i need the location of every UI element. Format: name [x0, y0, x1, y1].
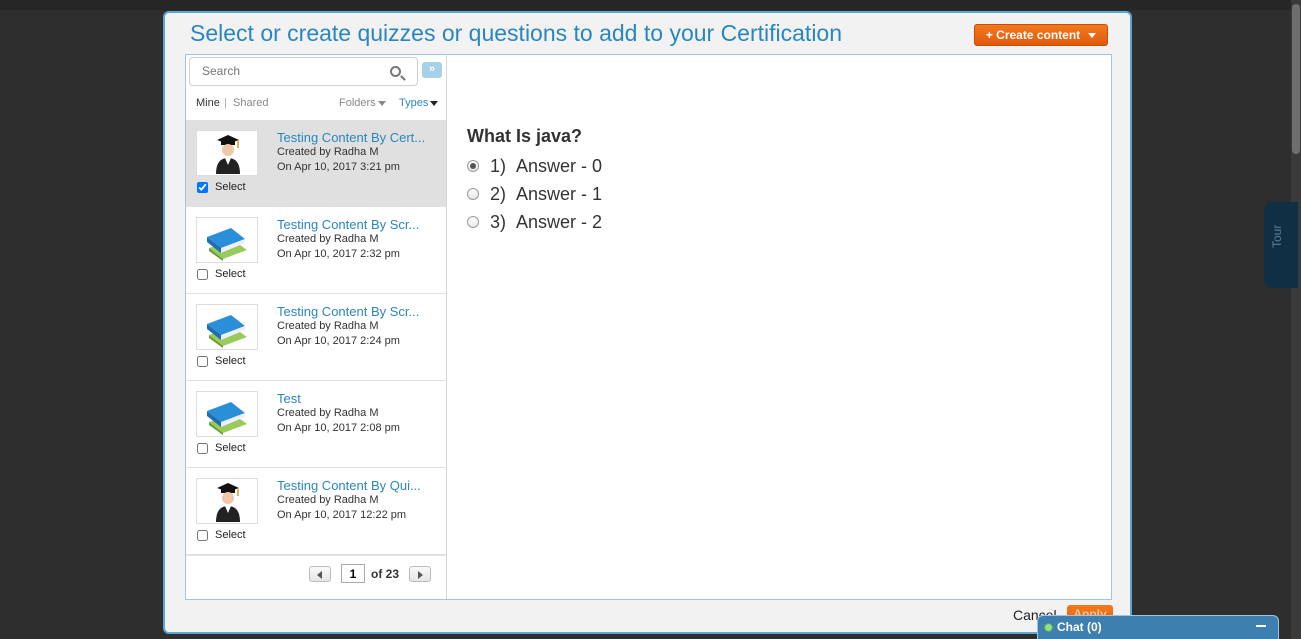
folders-label: Folders [339, 97, 376, 109]
search-icon[interactable] [390, 66, 401, 77]
answer-option[interactable]: 1) Answer - 0 [467, 155, 602, 177]
page-count: of 23 [371, 567, 400, 581]
item-date: On Apr 10, 2017 2:08 pm [277, 422, 400, 434]
item-author: Created by Radha M [277, 494, 379, 506]
create-content-button[interactable]: + Create content [974, 24, 1108, 46]
item-author: Created by Radha M [277, 320, 379, 332]
question-title: What Is java? [467, 126, 583, 146]
caret-down-icon [430, 100, 439, 106]
pagination: of 23 [186, 555, 446, 599]
answer-number: 3) [490, 211, 507, 232]
answer-text: Answer - 1 [516, 183, 603, 204]
item-author: Created by Radha M [277, 146, 379, 158]
select-checkbox-label[interactable]: Select [197, 529, 246, 541]
item-date: On Apr 10, 2017 2:32 pm [277, 248, 400, 260]
item-author: Created by Radha M [277, 233, 379, 245]
answer-radio[interactable] [467, 216, 479, 228]
books-icon [196, 304, 258, 350]
search-input[interactable] [202, 64, 382, 78]
select-checkbox[interactable] [197, 442, 208, 454]
create-content-label: + Create content [985, 28, 1081, 42]
content-list: Testing Content By Cert... Created by Ra… [186, 120, 446, 555]
filter-mine[interactable]: Mine [196, 97, 220, 109]
select-checkbox-label[interactable]: Select [197, 268, 246, 280]
select-label: Select [215, 181, 246, 193]
item-date: On Apr 10, 2017 12:22 pm [277, 509, 407, 521]
page-number-input[interactable] [341, 564, 365, 583]
select-checkbox[interactable] [197, 529, 208, 541]
tour-tab[interactable]: Tour [1264, 202, 1298, 288]
answer-text: Answer - 2 [516, 211, 603, 232]
select-checkbox[interactable] [197, 268, 208, 280]
select-checkbox-label[interactable]: Select [197, 181, 246, 193]
scrollbar-thumb[interactable] [1292, 4, 1300, 154]
caret-down-icon [377, 100, 386, 106]
next-page-button[interactable] [409, 566, 431, 582]
content-picker-modal: Select or create quizzes or questions to… [163, 11, 1132, 634]
types-dropdown[interactable]: Types [399, 97, 439, 109]
item-title[interactable]: Testing Content By Cert... [277, 130, 432, 145]
filter-shared[interactable]: Shared [233, 97, 268, 109]
select-checkbox-label[interactable]: Select [197, 442, 246, 454]
minimize-icon[interactable] [1256, 625, 1266, 627]
graduate-icon [196, 478, 258, 524]
backdrop-header [0, 0, 1301, 10]
prev-page-button[interactable] [309, 566, 331, 582]
content-list-panel: » Mine | Shared Folders Types Testing Co… [186, 55, 447, 599]
select-checkbox[interactable] [197, 181, 208, 193]
select-label: Select [215, 529, 246, 541]
types-label: Types [399, 97, 429, 109]
select-label: Select [215, 442, 246, 454]
books-icon [196, 391, 258, 437]
folders-dropdown[interactable]: Folders [339, 97, 386, 109]
list-item[interactable]: Test Created by Radha M On Apr 10, 2017 … [186, 381, 446, 468]
answer-option[interactable]: 2) Answer - 1 [467, 183, 602, 205]
select-label: Select [215, 355, 246, 367]
filter-separator: | [224, 97, 227, 109]
chevron-down-icon [1088, 33, 1097, 39]
item-author: Created by Radha M [277, 407, 379, 419]
search-box[interactable] [189, 57, 418, 86]
item-title[interactable]: Testing Content By Scr... [277, 217, 432, 232]
select-checkbox[interactable] [197, 355, 208, 367]
expand-panel-button[interactable]: » [422, 62, 442, 78]
answer-number: 1) [490, 155, 507, 176]
chat-label: Chat (0) [1057, 620, 1102, 634]
list-item[interactable]: Testing Content By Scr... Created by Rad… [186, 294, 446, 381]
answer-radio[interactable] [467, 188, 479, 200]
item-date: On Apr 10, 2017 3:21 pm [277, 161, 400, 173]
modal-title: Select or create quizzes or questions to… [190, 20, 843, 46]
graduate-icon [196, 130, 258, 176]
tour-label: Tour [1270, 224, 1284, 248]
answer-text: Answer - 0 [516, 155, 603, 176]
content-frame: » Mine | Shared Folders Types Testing Co… [185, 54, 1112, 600]
page-scrollbar[interactable] [1291, 0, 1301, 639]
question-preview: What Is java? 1) Answer - 0 2) Answer - … [447, 55, 1111, 599]
item-date: On Apr 10, 2017 2:24 pm [277, 335, 400, 347]
item-title[interactable]: Test [277, 391, 432, 406]
answer-option[interactable]: 3) Answer - 2 [467, 211, 602, 233]
answer-radio[interactable] [467, 160, 479, 172]
item-title[interactable]: Testing Content By Qui... [277, 478, 432, 493]
list-item[interactable]: Testing Content By Scr... Created by Rad… [186, 207, 446, 294]
answer-number: 2) [490, 183, 507, 204]
select-label: Select [215, 268, 246, 280]
books-icon [196, 217, 258, 263]
item-title[interactable]: Testing Content By Scr... [277, 304, 432, 319]
online-status-icon [1044, 623, 1053, 632]
select-checkbox-label[interactable]: Select [197, 355, 246, 367]
list-item[interactable]: Testing Content By Cert... Created by Ra… [186, 120, 446, 207]
chat-widget[interactable]: Chat (0) [1037, 615, 1279, 639]
list-item[interactable]: Testing Content By Qui... Created by Rad… [186, 468, 446, 555]
filter-row: Mine | Shared Folders Types [186, 97, 446, 117]
